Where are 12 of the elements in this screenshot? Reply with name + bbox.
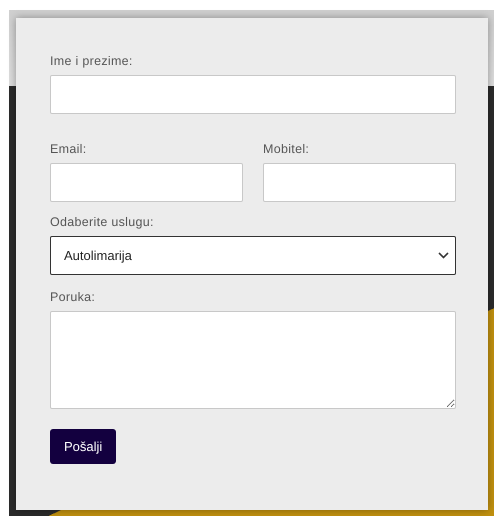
field-label: Ime i prezime: [50,54,134,70]
input-field[interactable] [50,163,243,202]
submit-button[interactable]: Pošalji [50,429,116,464]
message-field[interactable] [50,311,456,409]
field-label: Poruka: [50,290,96,306]
input-field[interactable] [263,163,456,202]
service-dropdown[interactable]: Autolimarija [50,236,456,275]
field-label: Mobitel: [263,142,310,158]
field-label: Email: [50,142,88,158]
field-label: Odaberite uslugu: [50,215,155,231]
chevron-down-icon [438,252,449,259]
input-field[interactable] [50,75,456,114]
